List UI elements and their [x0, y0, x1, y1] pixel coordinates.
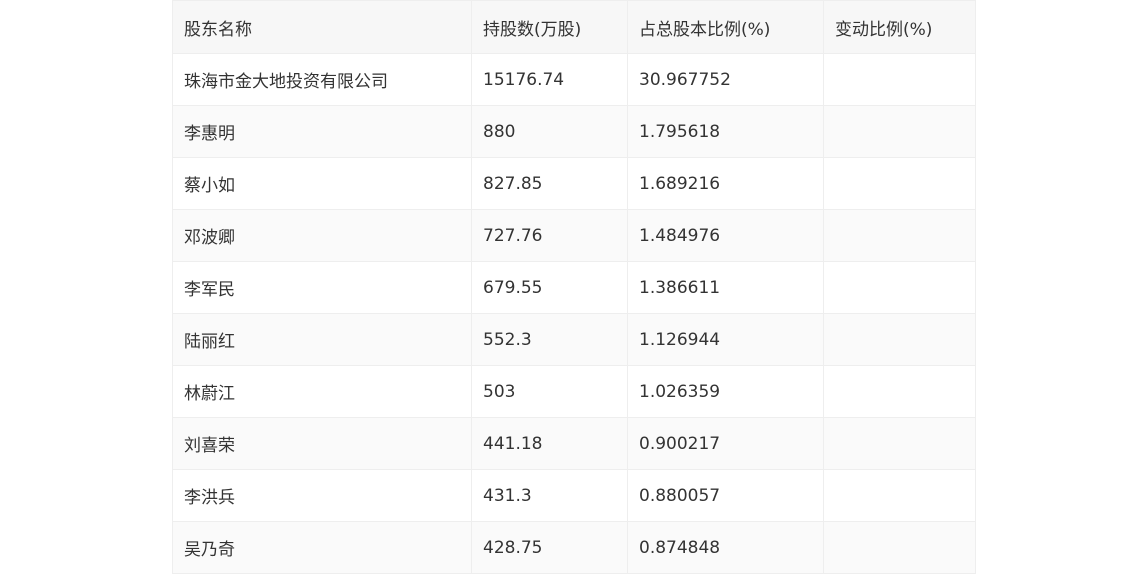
cell-ownership-ratio: 0.880057	[627, 469, 824, 522]
cell-ownership-ratio: 0.874848	[627, 521, 824, 574]
cell-shares-held: 428.75	[471, 521, 628, 574]
cell-change-ratio	[823, 261, 976, 314]
table-row: 吴乃奇 428.75 0.874848	[172, 521, 976, 574]
table-row: 蔡小如 827.85 1.689216	[172, 157, 976, 210]
cell-change-ratio	[823, 365, 976, 418]
table-row: 邓波卿 727.76 1.484976	[172, 209, 976, 262]
cell-shares-held: 880	[471, 105, 628, 158]
cell-shares-held: 827.85	[471, 157, 628, 210]
cell-ownership-ratio: 30.967752	[627, 53, 824, 106]
cell-shares-held: 552.3	[471, 313, 628, 366]
cell-shareholder-name: 林蔚江	[172, 365, 472, 418]
cell-change-ratio	[823, 521, 976, 574]
cell-change-ratio	[823, 157, 976, 210]
column-header-ownership-ratio: 占总股本比例(%)	[627, 0, 824, 54]
table-row: 李军民 679.55 1.386611	[172, 261, 976, 314]
cell-change-ratio	[823, 209, 976, 262]
table-row: 李洪兵 431.3 0.880057	[172, 469, 976, 522]
column-header-shares-held: 持股数(万股)	[471, 0, 628, 54]
cell-shareholder-name: 陆丽红	[172, 313, 472, 366]
cell-change-ratio	[823, 469, 976, 522]
table-row: 陆丽红 552.3 1.126944	[172, 313, 976, 366]
cell-ownership-ratio: 1.689216	[627, 157, 824, 210]
cell-shares-held: 503	[471, 365, 628, 418]
table-row: 李惠明 880 1.795618	[172, 105, 976, 158]
cell-ownership-ratio: 1.795618	[627, 105, 824, 158]
cell-shares-held: 441.18	[471, 417, 628, 470]
cell-shares-held: 727.76	[471, 209, 628, 262]
cell-change-ratio	[823, 313, 976, 366]
table-row: 珠海市金大地投资有限公司 15176.74 30.967752	[172, 53, 976, 106]
cell-change-ratio	[823, 417, 976, 470]
table-row: 林蔚江 503 1.026359	[172, 365, 976, 418]
cell-shareholder-name: 李洪兵	[172, 469, 472, 522]
cell-shares-held: 15176.74	[471, 53, 628, 106]
cell-shareholder-name: 珠海市金大地投资有限公司	[172, 53, 472, 106]
cell-shareholder-name: 刘喜荣	[172, 417, 472, 470]
cell-ownership-ratio: 0.900217	[627, 417, 824, 470]
cell-shareholder-name: 邓波卿	[172, 209, 472, 262]
column-header-shareholder-name: 股东名称	[172, 0, 472, 54]
column-header-change-ratio: 变动比例(%)	[823, 0, 976, 54]
cell-shareholder-name: 吴乃奇	[172, 521, 472, 574]
table-row: 刘喜荣 441.18 0.900217	[172, 417, 976, 470]
cell-shares-held: 431.3	[471, 469, 628, 522]
cell-ownership-ratio: 1.126944	[627, 313, 824, 366]
table-header-row: 股东名称 持股数(万股) 占总股本比例(%) 变动比例(%)	[172, 0, 976, 54]
cell-shares-held: 679.55	[471, 261, 628, 314]
cell-shareholder-name: 李军民	[172, 261, 472, 314]
cell-ownership-ratio: 1.386611	[627, 261, 824, 314]
cell-change-ratio	[823, 105, 976, 158]
cell-ownership-ratio: 1.484976	[627, 209, 824, 262]
shareholder-table-container: 股东名称 持股数(万股) 占总股本比例(%) 变动比例(%) 珠海市金大地投资有…	[172, 0, 976, 574]
cell-shareholder-name: 蔡小如	[172, 157, 472, 210]
cell-change-ratio	[823, 53, 976, 106]
cell-shareholder-name: 李惠明	[172, 105, 472, 158]
cell-ownership-ratio: 1.026359	[627, 365, 824, 418]
shareholder-table: 股东名称 持股数(万股) 占总股本比例(%) 变动比例(%) 珠海市金大地投资有…	[172, 0, 976, 574]
